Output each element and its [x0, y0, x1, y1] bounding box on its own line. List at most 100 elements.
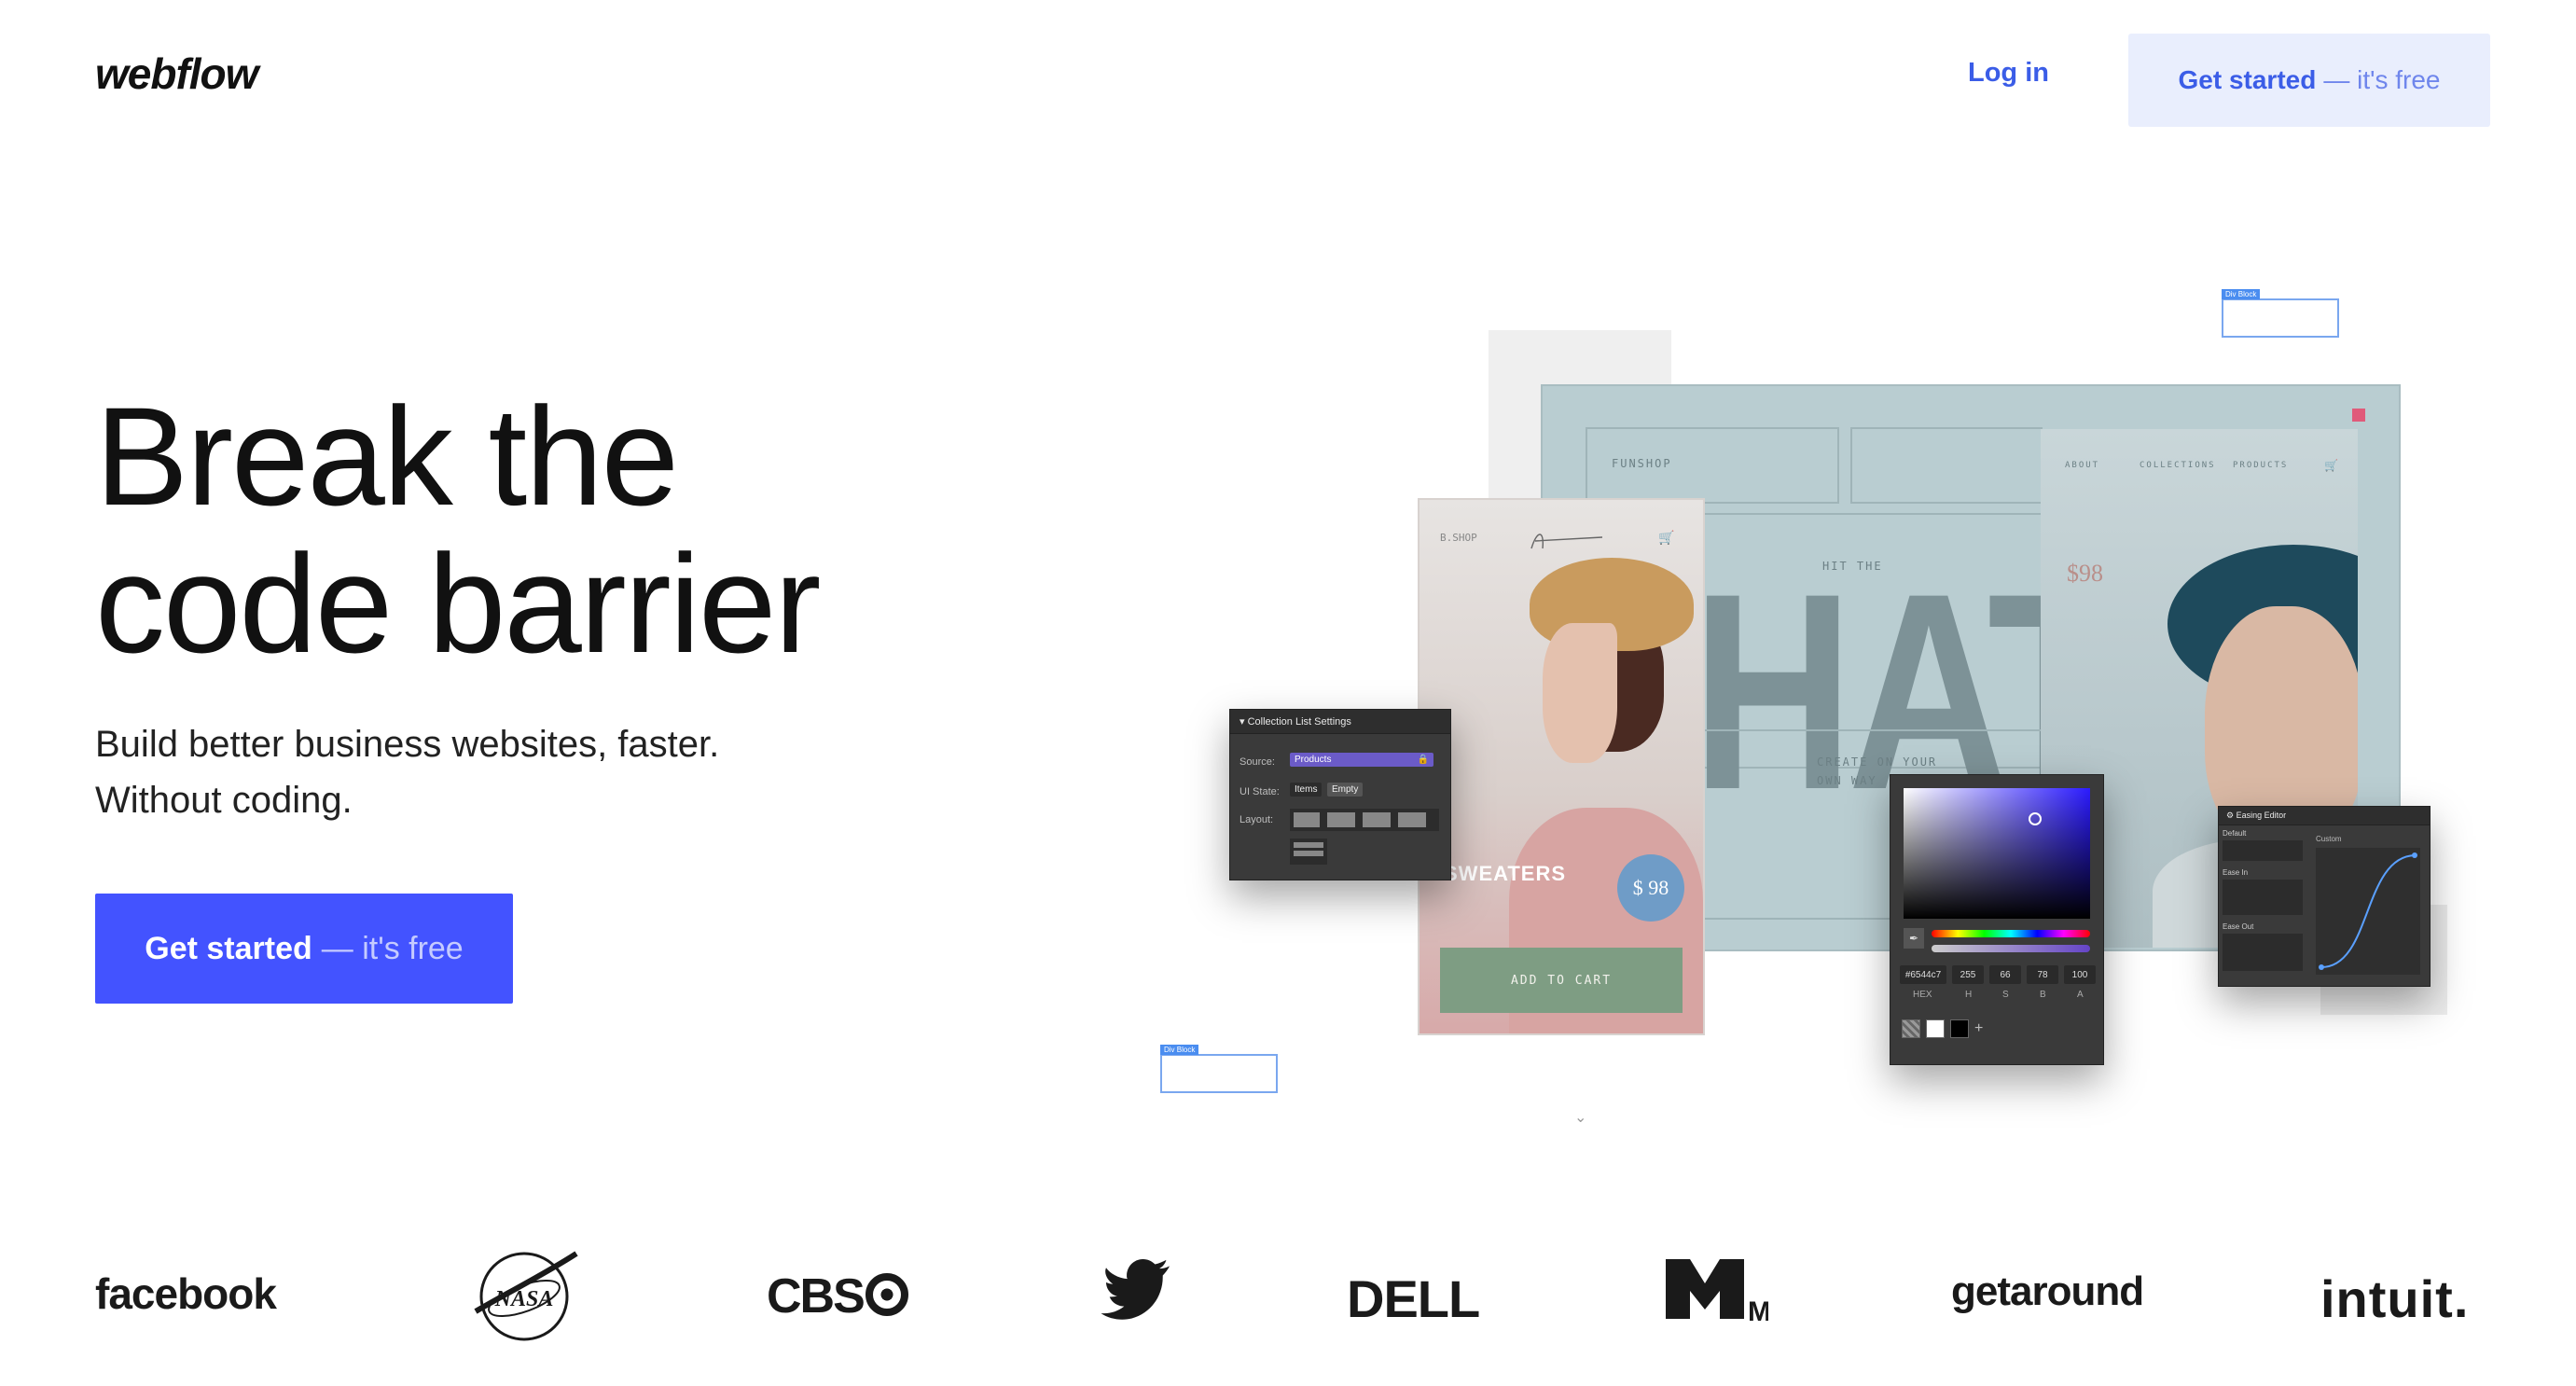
default-curves[interactable] [2223, 840, 2303, 861]
layout-many-col[interactable] [1398, 812, 1426, 827]
color-handle[interactable] [2029, 812, 2042, 825]
intuit-logo: intuit. [2320, 1269, 2470, 1328]
phone-cart-icon: 🛒 [1658, 530, 1675, 545]
add-to-cart-label: ADD TO CART [1510, 973, 1613, 988]
ease-out-label: Ease Out [2223, 922, 2254, 931]
woman-face-shape [1543, 623, 1617, 763]
h-label: H [1965, 990, 1973, 1000]
a-label: A [2077, 990, 2084, 1000]
div-block-tag: Div Block [1160, 1045, 1199, 1055]
ease-out-curves[interactable] [2223, 934, 2303, 971]
cbs-wordmark: CBS [767, 1269, 866, 1324]
layout-stack[interactable] [1290, 839, 1327, 865]
b-label: B [2040, 990, 2046, 1000]
white-swatch[interactable] [1926, 1019, 1945, 1038]
getaround-logo: getaround [1951, 1268, 2144, 1314]
ui-state-items-tab[interactable]: Items [1290, 783, 1323, 797]
login-link[interactable]: Log in [1968, 58, 2049, 89]
color-picker-panel: ✒ #6544c7 255 66 78 100 HEX H S B A + [1890, 774, 2104, 1065]
easing-title: Easing Editor [2236, 811, 2287, 820]
swatches: + [1902, 1019, 1983, 1038]
layout-label: Layout: [1240, 814, 1274, 825]
bezier-curve-graph[interactable] [2316, 848, 2420, 975]
hex-input[interactable]: #6544c7 [1900, 965, 1946, 984]
ui-state-label: UI State: [1240, 786, 1280, 797]
get-started-hero-button[interactable]: Get started — it's free [95, 894, 513, 1004]
source-select[interactable]: Products 🔒 [1290, 753, 1433, 767]
cta-label: Get started [2178, 65, 2317, 94]
webflow-logo[interactable]: webflow [95, 49, 258, 99]
funshop-label: FUNSHOP [1612, 457, 1672, 470]
cart-icon: 🛒 [2324, 459, 2338, 472]
layout-two-col[interactable] [1294, 812, 1320, 827]
phone-brand: B.SHOP [1440, 532, 1477, 544]
hex-label: HEX [1913, 990, 1932, 1000]
easing-header: ⚙ Easing Editor [2219, 807, 2430, 825]
close-icon [2352, 409, 2365, 422]
hue-slider[interactable] [1932, 930, 2090, 937]
preview-nav-box-2 [1850, 427, 2043, 504]
preview-nav-box: FUNSHOP [1586, 427, 1839, 504]
sweaters-label: SWEATERS [1444, 862, 1567, 885]
ease-in-label: Ease In [2223, 868, 2249, 877]
default-label: Default [2223, 829, 2247, 838]
ease-in-curves[interactable] [2223, 880, 2303, 915]
twitter-logo [1101, 1259, 1170, 1320]
black-swatch[interactable] [1950, 1019, 1969, 1038]
cbs-eye-icon [865, 1273, 908, 1316]
hero-subtitle: Build better business websites, faster. … [95, 716, 719, 828]
layout-four-col[interactable] [1363, 812, 1391, 827]
ui-state-empty-tab[interactable]: Empty [1327, 783, 1364, 797]
layout-stack-bar [1294, 851, 1323, 856]
saturation-field[interactable] [1904, 788, 2090, 919]
signature-logo-icon [1530, 534, 1603, 549]
div-block-selection-2: Div Block [1160, 1045, 1278, 1093]
cta-sublabel: — it's free [2323, 65, 2441, 94]
mtv-tv-mark: M TV [1748, 1296, 1768, 1326]
alpha-slider[interactable] [1932, 945, 2090, 952]
mtv-logo: M TV [1666, 1259, 1768, 1326]
h-input[interactable]: 255 [1952, 965, 1984, 984]
add-to-cart-button: ADD TO CART [1440, 948, 1683, 1013]
source-value: Products [1295, 755, 1332, 765]
cbs-logo: CBS [767, 1268, 908, 1324]
layout-options[interactable] [1290, 809, 1439, 831]
hero-subtitle-line1: Build better business websites, faster. [95, 724, 720, 765]
a-input[interactable]: 100 [2064, 965, 2096, 984]
nav-about: ABOUT [2065, 461, 2100, 470]
nasa-logo: NASA [474, 1251, 578, 1341]
panel-title: Collection List Settings [1247, 716, 1351, 728]
s-label: S [2002, 990, 2009, 1000]
custom-label: Custom [2316, 835, 2342, 843]
hero-title-line1: Break the [95, 378, 679, 534]
mobile-site-preview: B.SHOP 🛒 SWEATERS $ 98 ADD TO CART [1418, 498, 1705, 1035]
s-input[interactable]: 66 [1989, 965, 2021, 984]
b-input[interactable]: 78 [2027, 965, 2058, 984]
collection-list-settings-panel: ▾ Collection List Settings Source: Produ… [1229, 709, 1451, 880]
product-price: $98 [2067, 560, 2103, 587]
dell-logo: DELL [1347, 1269, 1480, 1328]
layout-three-col[interactable] [1327, 812, 1355, 827]
nav-products: PRODUCTS [2233, 461, 2289, 470]
source-label: Source: [1240, 756, 1275, 768]
easing-editor-panel: ⚙ Easing Editor Default Ease In Ease Out… [2218, 806, 2431, 987]
create-line1: CREATE ON YOUR [1817, 755, 1938, 769]
panel-header: ▾ Collection List Settings [1230, 710, 1450, 734]
get-started-header-button[interactable]: Get started — it's free [2128, 34, 2490, 127]
chevron-down-icon: ⌄ [1574, 1110, 1587, 1126]
facebook-logo: facebook [95, 1269, 277, 1318]
lock-icon: 🔒 [1417, 755, 1429, 765]
caret-down-icon: ▾ [1240, 716, 1245, 728]
cta-label: Get started [145, 930, 312, 966]
transparent-swatch[interactable] [1902, 1019, 1920, 1038]
hero-subtitle-line2: Without coding. [95, 780, 353, 821]
nasa-wordmark: NASA [494, 1287, 554, 1311]
hero-title-line2: code barrier [95, 525, 821, 682]
eyedropper-icon[interactable]: ✒ [1904, 928, 1924, 949]
gear-icon: ⚙ [2226, 811, 2235, 820]
add-swatch-button[interactable]: + [1974, 1020, 1983, 1037]
layout-stack-bar [1294, 842, 1323, 848]
div-block-selection: Div Block [2222, 289, 2339, 338]
phone-price-bubble: $ 98 [1617, 854, 1684, 922]
cta-sublabel: — it's free [321, 930, 464, 966]
